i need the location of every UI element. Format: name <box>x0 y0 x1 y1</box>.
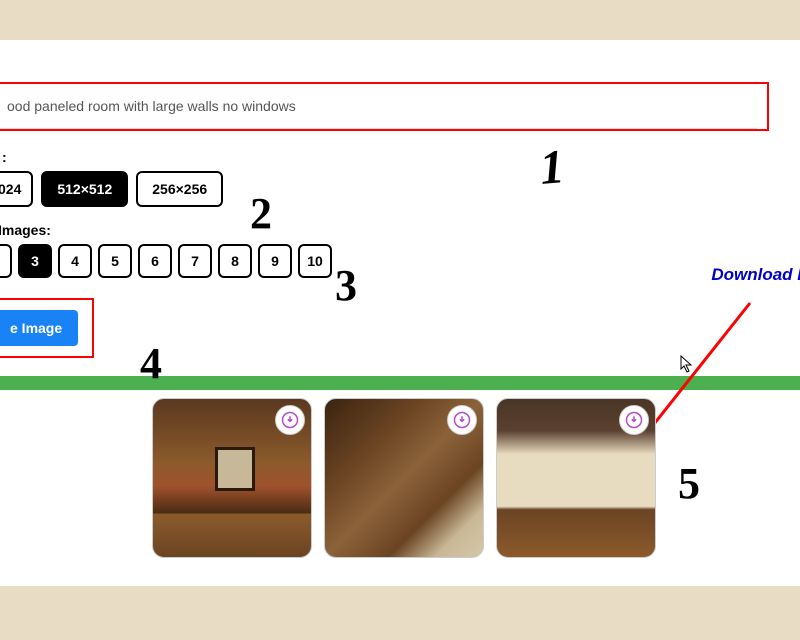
annotation-1: 1 <box>538 139 567 196</box>
size-option-256[interactable]: 256×256 <box>136 171 223 207</box>
prompt-annotation-box <box>0 82 769 131</box>
result-thumbnail[interactable] <box>496 398 656 558</box>
cursor-icon <box>680 355 694 376</box>
num-option-5[interactable]: 5 <box>98 244 132 278</box>
num-option-4[interactable]: 4 <box>58 244 92 278</box>
result-thumbnail[interactable] <box>324 398 484 558</box>
download-icon <box>281 411 299 429</box>
num-option-9[interactable]: 9 <box>258 244 292 278</box>
num-images-options: 3 4 5 6 7 8 9 10 <box>0 244 800 278</box>
num-option-7[interactable]: 7 <box>178 244 212 278</box>
num-option-10[interactable]: 10 <box>298 244 332 278</box>
prompt-input[interactable] <box>0 84 757 129</box>
download-button[interactable] <box>447 405 477 435</box>
num-option-8[interactable]: 8 <box>218 244 252 278</box>
size-option-512[interactable]: 512×512 <box>41 171 128 207</box>
generate-button[interactable]: e Image <box>0 310 78 346</box>
result-thumbnail[interactable] <box>152 398 312 558</box>
num-option-partial[interactable] <box>0 244 12 278</box>
download-button[interactable] <box>275 405 305 435</box>
num-option-3[interactable]: 3 <box>18 244 52 278</box>
annotation-5: 5 <box>678 458 700 509</box>
download-icon <box>453 411 471 429</box>
download-button[interactable] <box>619 405 649 435</box>
annotation-3: 3 <box>335 260 357 311</box>
download-icon <box>625 411 643 429</box>
num-images-label: Images: <box>0 222 800 238</box>
download-heading: Download I <box>711 265 800 285</box>
size-option-1024[interactable]: 024 <box>0 171 33 207</box>
annotation-2: 2 <box>250 188 272 239</box>
size-options: 024 512×512 256×256 <box>0 171 800 207</box>
generate-annotation-box: e Image <box>0 298 94 358</box>
size-label: : <box>2 149 800 165</box>
annotation-4: 4 <box>140 338 162 389</box>
footer-band <box>0 586 800 616</box>
num-option-6[interactable]: 6 <box>138 244 172 278</box>
